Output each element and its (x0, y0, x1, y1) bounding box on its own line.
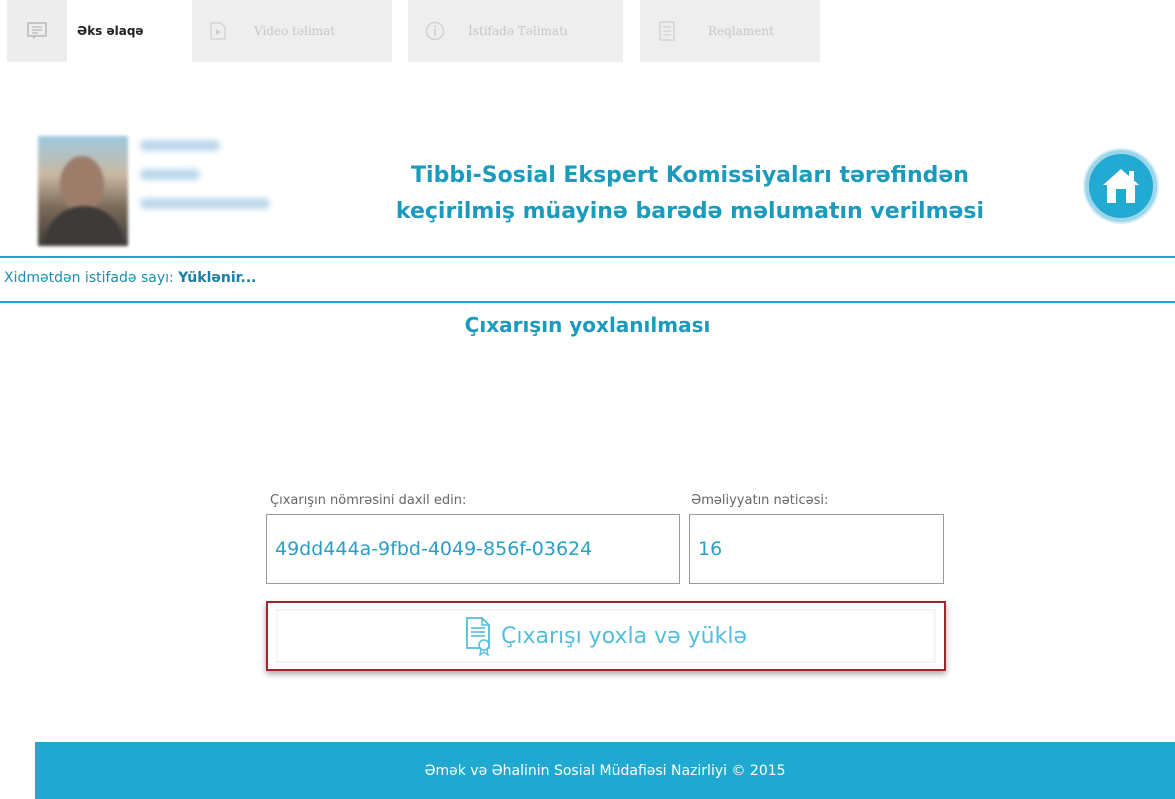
document-icon (640, 0, 694, 62)
certificate-number-input[interactable]: 49dd444a-9fbd-4049-856f-03624 (266, 514, 680, 584)
usage-counter: Xidmətdən istifadə sayı: Yüklənir... (4, 270, 257, 286)
info-icon (408, 0, 462, 62)
section-title: Çıxarışın yoxlanılması (464, 313, 711, 337)
tab-feedback[interactable]: Əks əlaqə (7, 0, 177, 62)
tab-user-guide-label: İstifadə Təlimatı (468, 24, 568, 38)
number-field-label: Çıxarışın nömrəsini daxil edin: (270, 493, 467, 508)
top-tab-bar: Əks əlaqə Video təlimat İstifadə Təlimat… (0, 0, 830, 62)
usage-value: Yüklənir... (178, 270, 257, 286)
tab-regulation[interactable]: Reqlament (640, 0, 820, 62)
footer-text: Əmək və Əhalinin Sosial Müdafiəsi Nazirl… (424, 762, 786, 779)
operation-result-field[interactable]: 16 (689, 514, 944, 584)
usage-divider (0, 301, 1175, 303)
certificate-icon (466, 617, 490, 656)
user-avatar (38, 136, 128, 246)
usage-label: Xidmətdən istifadə sayı: (4, 270, 174, 286)
tab-regulation-label: Reqlament (708, 24, 774, 38)
tab-feedback-label: Əks əlaqə (77, 24, 144, 38)
page-title-line1: Tibbi-Sosial Ekspert Komissiyaları tərəf… (411, 163, 969, 188)
check-and-download-label: Çıxarışı yoxla və yüklə (500, 623, 747, 649)
tab-user-guide[interactable]: İstifadə Təlimatı (408, 0, 623, 62)
video-icon (192, 0, 244, 62)
home-icon (1103, 169, 1139, 203)
header-divider (0, 256, 1175, 258)
tab-video-guide[interactable]: Video təlimat (192, 0, 392, 62)
check-and-download-button[interactable]: Çıxarışı yoxla və yüklə (266, 601, 946, 671)
home-button[interactable] (1085, 150, 1157, 222)
footer: Əmək və Əhalinin Sosial Müdafiəsi Nazirl… (35, 742, 1175, 799)
user-info-blurred (140, 140, 270, 227)
tab-video-guide-label: Video təlimat (254, 24, 336, 38)
page-title: Tibbi-Sosial Ekspert Komissiyaları tərəf… (320, 158, 1060, 230)
result-field-label: Əməliyyatın nəticəsi: (691, 493, 829, 508)
feedback-icon (7, 0, 67, 62)
page-title-line2: keçirilmiş müayinə barədə məlumatın veri… (395, 199, 985, 224)
